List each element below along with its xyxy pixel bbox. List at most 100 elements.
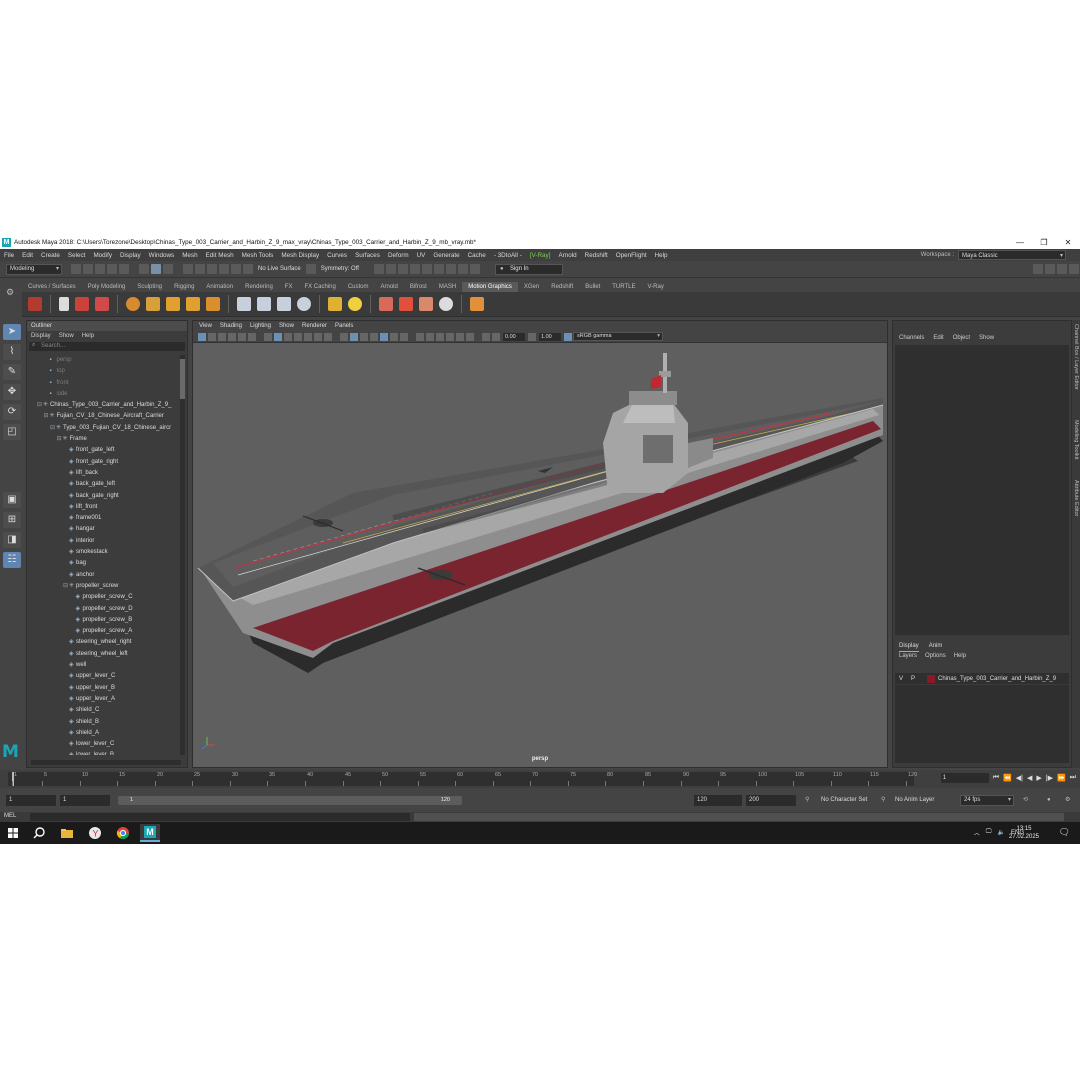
exposure-icon[interactable]	[492, 332, 500, 341]
gamma-icon[interactable]	[528, 332, 536, 341]
close-button[interactable]: ✕	[1056, 236, 1080, 249]
vp-menu-renderer[interactable]: Renderer	[302, 321, 327, 331]
xray-icon[interactable]	[416, 332, 424, 341]
time-slider-track[interactable]: 1 5 10 15 20 25 30 35 40 45 50 55 60 65 70 75 80 85 90 95 10…	[8, 772, 917, 786]
shelf-tab-arnold[interactable]: Arnold	[375, 282, 404, 292]
ch-menu-show[interactable]: Show	[979, 332, 994, 344]
nodes-icon[interactable]	[379, 297, 393, 311]
workspace-dropdown[interactable]: Maya Classic	[958, 250, 1066, 261]
add-icon[interactable]	[470, 297, 484, 311]
xray-joints-icon[interactable]	[426, 332, 434, 341]
volume-icon[interactable]: 🔈	[998, 829, 1005, 836]
network-icon[interactable]: 🖵	[986, 829, 992, 836]
end-time-field[interactable]: 200	[746, 795, 796, 806]
outliner-item[interactable]: ◈ smokestack	[27, 547, 179, 558]
outliner-menu-help[interactable]: Help	[82, 331, 94, 341]
hypershade-icon[interactable]	[421, 264, 432, 274]
start-button-icon[interactable]	[6, 826, 20, 840]
menu-mesh-tools[interactable]: Mesh Tools	[238, 252, 278, 259]
shelf-tab-animation[interactable]: Animation	[200, 282, 239, 292]
search-icon[interactable]	[32, 826, 46, 840]
outliner-item[interactable]: ◈ front_gate_left	[27, 445, 179, 456]
outliner-item[interactable]: ◈ lift_back	[27, 468, 179, 479]
outliner-item[interactable]: ◈ interior	[27, 536, 179, 547]
shadows-icon[interactable]	[400, 332, 408, 341]
character-set-dropdown[interactable]: No Character Set	[818, 795, 867, 806]
yandex-browser-icon[interactable]: Y	[88, 826, 102, 840]
smooth-shade-icon[interactable]	[350, 332, 358, 341]
depth-of-field-icon[interactable]	[466, 332, 474, 341]
exposure-field[interactable]: 0.00	[503, 332, 525, 341]
shelf-tab-xgen[interactable]: XGen	[518, 282, 545, 292]
boolean-icon[interactable]	[277, 297, 291, 311]
shelf-tab-bifrost[interactable]: Bifrost	[404, 282, 433, 292]
tab-display[interactable]: Display	[899, 641, 919, 652]
outliner-item[interactable]: ◈ upper_lever_B	[27, 683, 179, 694]
wireframe-on-shaded-icon[interactable]	[370, 332, 378, 341]
four-view-icon[interactable]: ⊞	[3, 512, 21, 528]
snap-point-icon[interactable]	[207, 264, 217, 274]
textured-icon[interactable]	[380, 332, 388, 341]
anim-layer-icon[interactable]: ⚲	[878, 795, 885, 806]
lasso-tool-icon[interactable]: ⌇	[3, 344, 21, 360]
svg-tool-icon[interactable]	[186, 297, 200, 311]
render-settings-icon[interactable]	[409, 264, 420, 274]
menu-windows[interactable]: Windows	[145, 252, 179, 259]
curve-tool-icon[interactable]	[146, 297, 160, 311]
script-language-label[interactable]: MEL	[4, 813, 16, 819]
shelf-tab-poly-modeling[interactable]: Poly Modeling	[82, 282, 132, 292]
outliner-item[interactable]: ◈ upper_lever_C	[27, 671, 179, 682]
snap-curve-icon[interactable]	[195, 264, 205, 274]
mash-network-icon[interactable]	[28, 297, 42, 311]
display-layer-row[interactable]: V P Chinas_Type_003_Carrier_and_Harbin_Z…	[895, 673, 1069, 685]
outliner-item[interactable]: ◈lower_lever_B	[27, 750, 179, 755]
side-tab-attribute-editor[interactable]: Attribute Editor	[1073, 480, 1079, 516]
minimize-button[interactable]: —	[1008, 236, 1032, 249]
ipr-render-icon[interactable]	[397, 264, 408, 274]
shelf-tab-rendering[interactable]: Rendering	[239, 282, 279, 292]
symmetry-label[interactable]: Symmetry: Off	[321, 266, 359, 272]
3d-scene[interactable]: persp	[193, 343, 887, 767]
list-icon[interactable]	[59, 297, 69, 311]
brush-tool-icon[interactable]	[95, 297, 109, 311]
menu-edit[interactable]: Edit	[18, 252, 37, 259]
shelf-tab-custom[interactable]: Custom	[342, 282, 375, 292]
layer-visibility-toggle[interactable]: V	[895, 676, 907, 682]
restore-button[interactable]: ❐	[1032, 236, 1056, 249]
select-hierarchy-icon[interactable]	[139, 264, 149, 274]
outliner-item[interactable]: ◈ lower_lever_C	[27, 739, 179, 750]
loop-icon[interactable]: ⟲	[1020, 795, 1028, 806]
outliner-item[interactable]: ▪ front	[27, 378, 179, 389]
menu-modify[interactable]: Modify	[89, 252, 116, 259]
shelf-tab-sculpting[interactable]: Sculpting	[131, 282, 168, 292]
outliner-item[interactable]: ◈ upper_lever_A	[27, 694, 179, 705]
layers-menu-options[interactable]: Options	[925, 653, 946, 659]
outliner-item[interactable]: ◈ shield_B	[27, 717, 179, 728]
menu-mesh-display[interactable]: Mesh Display	[277, 252, 323, 259]
new-scene-icon[interactable]	[71, 264, 81, 274]
outliner-item[interactable]: ◈ propeller_screw_C	[27, 592, 179, 603]
outliner-menu-display[interactable]: Display	[31, 331, 51, 341]
paint-icon[interactable]	[419, 297, 433, 311]
outliner-item[interactable]: ▪ top	[27, 366, 179, 377]
sphere-tool-icon[interactable]	[126, 297, 140, 311]
playback-start-field[interactable]: 1	[60, 795, 110, 806]
gate-mask-icon[interactable]	[294, 332, 302, 341]
outliner-item[interactable]: ◈ steering_wheel_left	[27, 649, 179, 660]
menu-cache[interactable]: Cache	[464, 252, 490, 259]
menu-redshift[interactable]: Redshift	[581, 252, 612, 259]
vray-render-icon[interactable]	[433, 264, 444, 274]
character-set-icon[interactable]: ⚲	[802, 795, 809, 806]
antialiasing-icon[interactable]	[456, 332, 464, 341]
outliner-scrollbar[interactable]	[180, 355, 185, 755]
2d-pan-icon[interactable]	[238, 332, 246, 341]
side-tab-modeling-toolkit[interactable]: Modeling Toolkit	[1073, 420, 1079, 459]
default-material-icon[interactable]	[360, 332, 368, 341]
vp-menu-panels[interactable]: Panels	[335, 321, 353, 331]
shelf-tab-motion-graphics[interactable]: Motion Graphics	[462, 282, 518, 292]
move-tool-icon[interactable]: ✥	[3, 384, 21, 400]
grid-icon[interactable]	[264, 332, 272, 341]
chrome-icon[interactable]	[116, 826, 130, 840]
step-forward-frame-icon[interactable]: |▶	[1046, 774, 1053, 782]
cube-tool-icon[interactable]	[206, 297, 220, 311]
